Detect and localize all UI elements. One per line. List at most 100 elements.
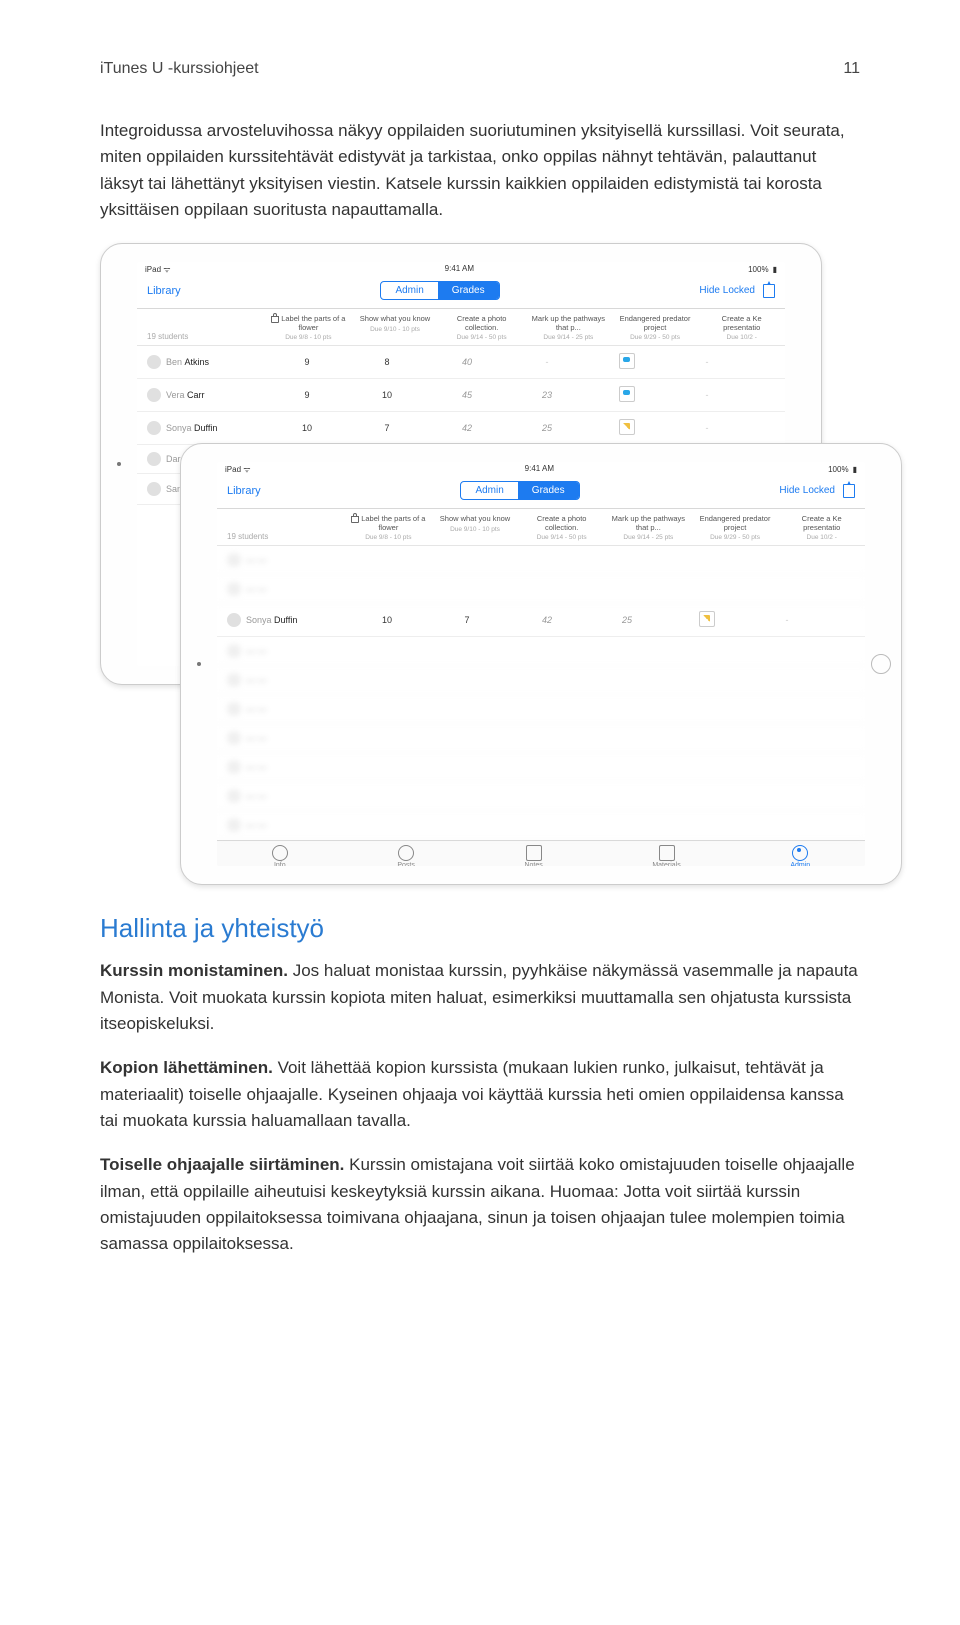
avatar-icon xyxy=(227,613,241,627)
grade-value: 7 xyxy=(464,615,469,625)
hide-locked-link[interactable]: Hide Locked xyxy=(699,285,755,296)
grade-value: 9 xyxy=(304,390,309,400)
grade-header: 19 students Label the parts of a flowerD… xyxy=(137,309,785,346)
status-battery: 100% xyxy=(828,465,848,474)
col-2: Create a photo collection.Due 9/14 - 50 … xyxy=(438,315,525,341)
status-battery: 100% xyxy=(748,265,768,274)
page-header: iTunes U -kurssiohjeet 11 xyxy=(100,60,860,78)
admin-icon xyxy=(792,845,808,861)
grade-value: 45 xyxy=(462,390,472,400)
avatar-icon xyxy=(147,452,161,466)
tab-posts[interactable]: Posts xyxy=(397,845,415,867)
avatar-icon xyxy=(147,388,161,402)
share-icon[interactable] xyxy=(843,484,855,498)
grade-value: 42 xyxy=(462,423,472,433)
edit-icon[interactable] xyxy=(699,611,715,627)
lock-icon xyxy=(271,316,279,323)
tab-notes[interactable]: Notes xyxy=(524,845,542,867)
tab-bar: Info Posts Notes Materials Admin xyxy=(217,840,865,867)
dash-cell: - xyxy=(706,390,709,400)
status-time: 9:41 AM xyxy=(525,464,554,475)
battery-icon: ▮ xyxy=(853,465,857,474)
intro-paragraph: Integroidussa arvosteluvihossa näkyy opp… xyxy=(100,118,860,223)
para-kopion-lahettaminen: Kopion lähettäminen. Voit lähettää kopio… xyxy=(100,1055,860,1134)
col-5: Create a Ke presentatioDue 10/2 - xyxy=(698,315,785,341)
col-0: Label the parts of a flowerDue 9/8 - 10 … xyxy=(265,315,352,341)
edit-icon[interactable] xyxy=(619,419,635,435)
tab-admin[interactable]: Admin xyxy=(461,482,517,499)
status-bar: iPad ᯤ 9:41 AM 100% ▮ xyxy=(137,262,785,277)
avatar-icon xyxy=(147,421,161,435)
student-row-blurred: — — xyxy=(217,782,865,811)
tab-admin[interactable]: Admin xyxy=(381,282,437,299)
students-count: 19 students xyxy=(137,315,265,341)
students-count: 19 students xyxy=(217,515,345,541)
library-link[interactable]: Library xyxy=(147,285,181,297)
tab-grades[interactable]: Grades xyxy=(438,282,499,299)
ipad-camera-icon xyxy=(197,662,201,666)
ipad-screenshots: iPad ᯤ 9:41 AM 100% ▮ Library Admin Grade… xyxy=(100,243,860,883)
student-row-blurred: — — xyxy=(217,724,865,753)
library-link[interactable]: Library xyxy=(227,485,261,497)
col-1: Show what you knowDue 9/10 - 10 pts xyxy=(352,315,439,341)
student-row-blurred: — — xyxy=(217,546,865,575)
student-row-blurred: — — xyxy=(217,753,865,782)
grade-header: 19 students Label the parts of a flowerD… xyxy=(217,509,865,546)
posts-icon xyxy=(398,845,414,861)
doc-title: iTunes U -kurssiohjeet xyxy=(100,60,259,78)
grade-value: 25 xyxy=(542,423,552,433)
student-row-blurred: — — xyxy=(217,575,865,604)
student-row[interactable]: Sonya Duffin1074225- xyxy=(217,604,865,637)
notes-icon xyxy=(526,845,542,861)
nav-bar: Library Admin Grades Hide Locked xyxy=(137,277,785,309)
student-row-blurred: — — xyxy=(217,695,865,724)
grade-value: 8 xyxy=(384,357,389,367)
student-row-blurred: — — xyxy=(217,637,865,666)
materials-icon xyxy=(659,845,675,861)
dash-cell: - xyxy=(706,357,709,367)
status-device: iPad ᯤ xyxy=(145,264,171,275)
tab-grades[interactable]: Grades xyxy=(518,482,579,499)
battery-icon: ▮ xyxy=(773,265,777,274)
status-time: 9:41 AM xyxy=(445,264,474,275)
tab-info[interactable]: Info xyxy=(272,845,288,867)
chat-icon[interactable] xyxy=(619,386,635,402)
avatar-icon xyxy=(147,482,161,496)
page-number: 11 xyxy=(843,60,860,78)
hide-locked-link[interactable]: Hide Locked xyxy=(779,485,835,496)
para-kurssin-monistaminen: Kurssin monistaminen. Jos haluat monista… xyxy=(100,958,860,1037)
student-row[interactable]: Ben Atkins9840-- xyxy=(137,346,785,379)
student-row[interactable]: Sonya Duffin1074225- xyxy=(137,412,785,445)
share-icon[interactable] xyxy=(763,284,775,298)
wifi-icon: ᯤ xyxy=(243,465,250,474)
segmented-control[interactable]: Admin Grades xyxy=(380,281,499,300)
section-heading: Hallinta ja yhteistyö xyxy=(100,913,860,944)
grade-value: 7 xyxy=(384,423,389,433)
grade-value: 42 xyxy=(542,615,552,625)
tab-admin-tab[interactable]: Admin xyxy=(790,845,810,867)
nav-bar: Library Admin Grades Hide Locked xyxy=(217,477,865,509)
student-row-blurred: — — xyxy=(217,666,865,695)
ipad-home-button[interactable] xyxy=(871,654,891,674)
col-4: Endangered predator projectDue 9/29 - 50… xyxy=(612,315,699,341)
para-toiselle-ohjaajalle: Toiselle ohjaajalle siirtäminen. Kurssin… xyxy=(100,1152,860,1257)
status-bar: iPad ᯤ 9:41 AM 100% ▮ xyxy=(217,462,865,477)
grade-value: 10 xyxy=(302,423,312,433)
student-row-blurred: — — xyxy=(217,811,865,840)
grade-value: 9 xyxy=(304,357,309,367)
dash-cell: - xyxy=(706,423,709,433)
ipad-front: iPad ᯤ 9:41 AM 100% ▮ Library Admin Grade… xyxy=(180,443,902,885)
grade-value: 10 xyxy=(382,390,392,400)
info-icon xyxy=(272,845,288,861)
chat-icon[interactable] xyxy=(619,353,635,369)
status-device: iPad ᯤ xyxy=(225,464,251,475)
avatar-icon xyxy=(147,355,161,369)
dash-cell: - xyxy=(546,357,549,367)
grade-value: 40 xyxy=(462,357,472,367)
dash-cell: - xyxy=(786,615,789,625)
grade-value: 10 xyxy=(382,615,392,625)
student-row[interactable]: Vera Carr9104523- xyxy=(137,379,785,412)
tab-materials[interactable]: Materials xyxy=(652,845,680,867)
col-3: Mark up the pathways that p...Due 9/14 -… xyxy=(525,315,612,341)
segmented-control[interactable]: Admin Grades xyxy=(460,481,579,500)
